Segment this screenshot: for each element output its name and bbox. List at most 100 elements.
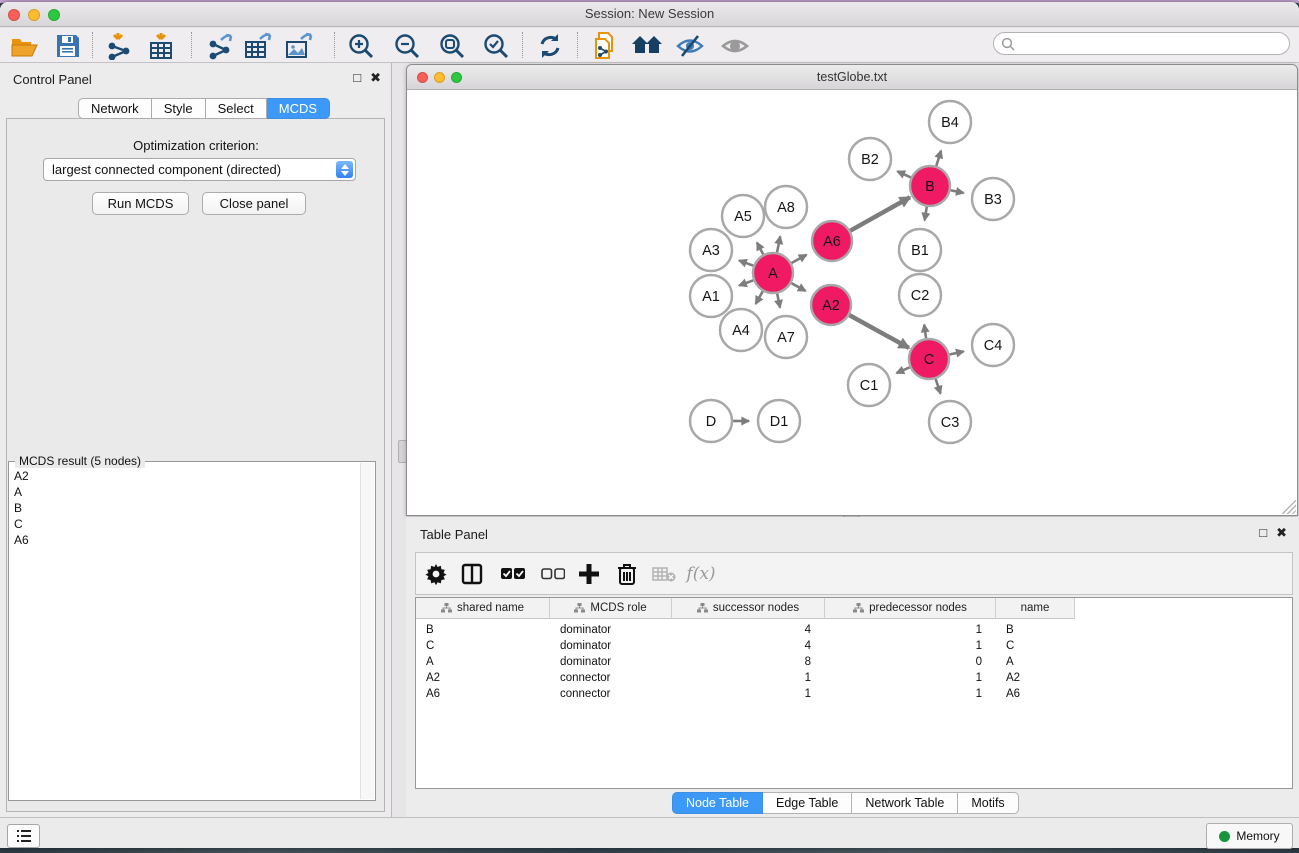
network-canvas[interactable]: B4B2BB3A5A8A6A3AA1B1C2A4A7A2CC4C1C3DD1 xyxy=(407,90,1297,515)
zoom-selected-icon[interactable] xyxy=(478,31,514,61)
graph-edge-B-B2[interactable] xyxy=(897,171,910,177)
window-resize-grip[interactable] xyxy=(1282,500,1296,514)
graph-edge-A-A8[interactable] xyxy=(777,236,780,252)
mcds-result-item[interactable]: A xyxy=(10,484,360,500)
graph-node-B1[interactable]: B1 xyxy=(899,229,941,271)
zoom-in-icon[interactable] xyxy=(343,31,379,61)
create-column-plus-icon[interactable] xyxy=(574,559,604,589)
unselect-all-columns-icon[interactable] xyxy=(538,559,568,589)
graph-node-C2[interactable]: C2 xyxy=(899,274,941,316)
mcds-result-list[interactable]: A2ABCA6 xyxy=(10,468,360,799)
graph-node-B[interactable]: B xyxy=(910,166,950,206)
graph-node-D[interactable]: D xyxy=(690,400,732,442)
cell-name[interactable]: A2 xyxy=(996,670,1075,686)
column-header-successor-nodes[interactable]: successor nodes xyxy=(672,598,825,619)
import-network-icon[interactable] xyxy=(102,31,138,61)
graph-node-A3[interactable]: A3 xyxy=(690,229,732,271)
cell-shared-name[interactable]: A6 xyxy=(416,686,550,702)
tab-style[interactable]: Style xyxy=(152,98,206,119)
cell-name[interactable]: A6 xyxy=(996,686,1075,702)
table-row[interactable]: Bdominator41B xyxy=(416,622,1292,638)
column-header-shared-name[interactable]: shared name xyxy=(416,598,550,619)
zoom-out-icon[interactable] xyxy=(389,31,425,61)
cell-successor-nodes[interactable]: 1 xyxy=(672,686,825,702)
cell-successor-nodes[interactable]: 4 xyxy=(672,622,825,638)
graph-edge-A-A3[interactable] xyxy=(739,260,753,265)
graph-node-A1[interactable]: A1 xyxy=(690,275,732,317)
memory-button[interactable]: Memory xyxy=(1206,823,1293,849)
close-window-button[interactable] xyxy=(417,72,428,83)
show-details-icon[interactable] xyxy=(717,31,753,61)
graph-node-A[interactable]: A xyxy=(753,253,793,293)
table-row[interactable]: Adominator80A xyxy=(416,654,1292,670)
optimization-criterion-select[interactable]: largest connected component (directed) xyxy=(43,158,356,181)
graph-node-C3[interactable]: C3 xyxy=(929,401,971,443)
tab-select[interactable]: Select xyxy=(206,98,267,119)
select-all-columns-icon[interactable] xyxy=(498,559,528,589)
column-header-MCDS-role[interactable]: MCDS role xyxy=(550,598,672,619)
graph-node-C1[interactable]: C1 xyxy=(848,364,890,406)
cell-successor-nodes[interactable]: 8 xyxy=(672,654,825,670)
graph-edge-A-A2[interactable] xyxy=(791,283,805,291)
mcds-result-item[interactable]: A2 xyxy=(10,468,360,484)
cell-shared-name[interactable]: C xyxy=(416,638,550,654)
cell-MCDS-role[interactable]: connector xyxy=(550,670,672,686)
cell-name[interactable]: B xyxy=(996,622,1075,638)
export-image-icon[interactable] xyxy=(281,31,317,61)
cell-predecessor-nodes[interactable]: 1 xyxy=(825,686,996,702)
cell-MCDS-role[interactable]: dominator xyxy=(550,638,672,654)
float-panel-icon[interactable]: □ xyxy=(1259,526,1267,540)
float-panel-icon[interactable]: □ xyxy=(353,71,361,85)
graph-edge-C-C2[interactable] xyxy=(924,325,926,338)
cell-MCDS-role[interactable]: dominator xyxy=(550,622,672,638)
graph-node-A5[interactable]: A5 xyxy=(722,195,764,237)
tab-network-table[interactable]: Network Table xyxy=(852,792,958,814)
tab-network[interactable]: Network xyxy=(78,98,152,119)
export-table-icon[interactable] xyxy=(240,31,276,61)
graph-node-A7[interactable]: A7 xyxy=(765,316,807,358)
graph-edge-A6-B[interactable] xyxy=(850,197,910,230)
cell-predecessor-nodes[interactable]: 0 xyxy=(825,654,996,670)
cell-MCDS-role[interactable]: dominator xyxy=(550,654,672,670)
cell-shared-name[interactable]: A2 xyxy=(416,670,550,686)
graph-edge-A-A7[interactable] xyxy=(777,294,780,308)
column-header-predecessor-nodes[interactable]: predecessor nodes xyxy=(825,598,996,619)
graph-edge-B-B1[interactable] xyxy=(925,207,927,221)
run-mcds-button[interactable]: Run MCDS xyxy=(92,192,189,215)
graph-node-A8[interactable]: A8 xyxy=(765,186,807,228)
column-header-name[interactable]: name xyxy=(996,598,1075,619)
table-row[interactable]: A2connector11A2 xyxy=(416,670,1292,686)
mcds-result-item[interactable]: C xyxy=(10,516,360,532)
cell-name[interactable]: A xyxy=(996,654,1075,670)
graph-edge-B-B4[interactable] xyxy=(936,151,941,166)
graph-node-B4[interactable]: B4 xyxy=(929,101,971,143)
show-log-console-button[interactable] xyxy=(7,824,40,848)
graph-node-B2[interactable]: B2 xyxy=(849,138,891,180)
graph-edge-A2-C[interactable] xyxy=(849,315,908,348)
zoom-fit-icon[interactable] xyxy=(434,31,470,61)
search-input[interactable] xyxy=(1019,37,1279,51)
graph-node-A2[interactable]: A2 xyxy=(811,285,851,325)
graph-edge-A-A5[interactable] xyxy=(757,243,763,255)
close-panel-icon[interactable]: ✖ xyxy=(370,71,381,85)
graph-edge-B-B3[interactable] xyxy=(951,190,964,193)
open-session-icon[interactable] xyxy=(6,31,42,61)
refresh-icon[interactable] xyxy=(532,31,568,61)
table-settings-gear-icon[interactable] xyxy=(421,559,451,589)
graph-node-A6[interactable]: A6 xyxy=(812,221,852,261)
node-table[interactable]: shared nameMCDS rolesuccessor nodesprede… xyxy=(415,597,1293,789)
home-icon[interactable] xyxy=(629,31,665,61)
tab-edge-table[interactable]: Edge Table xyxy=(763,792,852,814)
zoom-window-button[interactable] xyxy=(48,9,60,21)
close-panel-button[interactable]: Close panel xyxy=(202,192,306,215)
cell-shared-name[interactable]: A xyxy=(416,654,550,670)
cell-predecessor-nodes[interactable]: 1 xyxy=(825,622,996,638)
close-panel-icon[interactable]: ✖ xyxy=(1276,526,1287,540)
tab-motifs[interactable]: Motifs xyxy=(958,792,1018,814)
graph-node-C4[interactable]: C4 xyxy=(972,324,1014,366)
mcds-result-item[interactable]: B xyxy=(10,500,360,516)
import-table-icon[interactable] xyxy=(143,31,179,61)
mcds-result-item[interactable]: A6 xyxy=(10,532,360,548)
graph-node-A4[interactable]: A4 xyxy=(720,309,762,351)
cell-MCDS-role[interactable]: connector xyxy=(550,686,672,702)
